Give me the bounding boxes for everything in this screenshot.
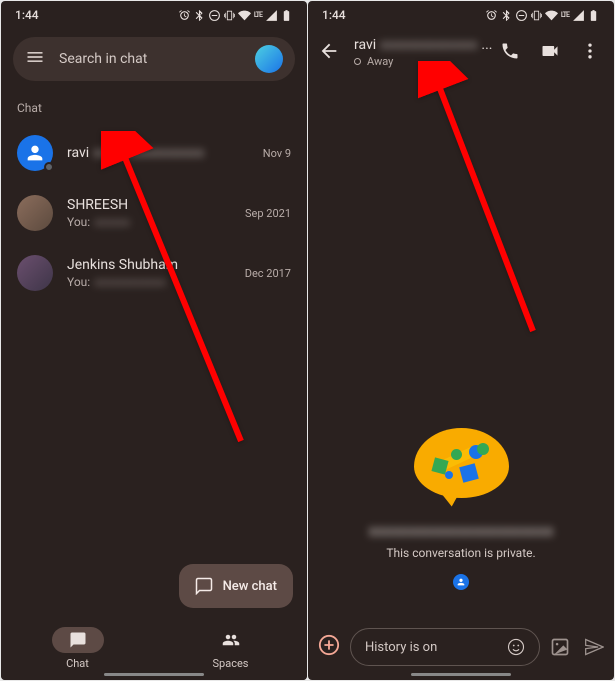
conversation-title[interactable]: ravixxxxxxxxxxxxxx... Away	[354, 37, 486, 68]
new-chat-fab[interactable]: New chat	[179, 564, 293, 608]
bottom-nav: Chat Spaces	[1, 616, 307, 680]
vibrate-icon	[223, 9, 236, 22]
gallery-icon[interactable]	[550, 637, 570, 657]
nav-chat[interactable]: Chat	[1, 616, 154, 680]
menu-icon[interactable]	[25, 47, 45, 71]
status-bar: 1:44 LTE	[308, 1, 614, 29]
presence-indicator	[44, 162, 54, 172]
send-icon[interactable]	[584, 637, 604, 657]
wifi-icon	[238, 9, 251, 22]
chat-time: Dec 2017	[245, 267, 291, 280]
more-options-button[interactable]	[580, 41, 600, 65]
chat-bubble-icon	[195, 577, 213, 595]
nav-spaces[interactable]: Spaces	[154, 616, 307, 680]
welcome-contact-name: xxxxxxxxxxxxxxxxxxxxxxx	[368, 521, 553, 540]
fab-label: New chat	[223, 579, 277, 594]
avatar	[17, 195, 53, 231]
away-status-icon	[354, 58, 361, 65]
alarm-icon	[178, 9, 191, 22]
chat-time: Nov 9	[263, 147, 291, 160]
clock: 1:44	[15, 8, 39, 22]
welcome-illustration	[414, 428, 509, 503]
status-bar: 1:44 LTE	[1, 1, 307, 29]
back-button[interactable]	[318, 40, 340, 66]
avatar	[17, 255, 53, 291]
welcome-private-message: This conversation is private.	[386, 546, 535, 560]
phone-conversation: 1:44 LTE ravixxxxxxxxxxxxxx... Away	[308, 1, 614, 680]
emoji-icon[interactable]	[507, 638, 525, 656]
avatar	[17, 135, 53, 171]
gesture-handle[interactable]	[411, 673, 511, 676]
account-avatar[interactable]	[255, 45, 283, 73]
dnd-icon	[208, 9, 221, 22]
add-attachment-button[interactable]	[318, 634, 340, 660]
chat-item-2[interactable]: Jenkins Shubham You:xxxxxxxxxxxx Dec 201…	[1, 243, 307, 303]
battery-icon	[280, 9, 293, 22]
compose-bar: History is on	[318, 628, 604, 666]
chat-time: Sep 2021	[245, 207, 291, 220]
status-icons: LTE	[178, 9, 293, 22]
chat-info: ravixxxxxxxxxxxxxxxx	[67, 145, 249, 161]
chat-info: Jenkins Shubham You:xxxxxxxxxxxx	[67, 257, 231, 289]
chat-item-0[interactable]: ravixxxxxxxxxxxxxxxx Nov 9	[1, 123, 307, 183]
signal-icon	[265, 9, 278, 22]
chat-icon	[69, 631, 87, 649]
contact-avatar-small[interactable]	[453, 574, 469, 590]
message-input[interactable]: History is on	[350, 628, 540, 666]
section-label: Chat	[1, 89, 307, 123]
chat-info: SHREESH You:xxxxxx	[67, 197, 231, 229]
spaces-icon	[222, 631, 240, 649]
phone-chat-list: 1:44 LTE Search in chat Chat ravixxxxxxx…	[1, 1, 307, 680]
clock: 1:44	[322, 8, 346, 22]
input-placeholder: History is on	[365, 640, 437, 655]
gesture-handle[interactable]	[104, 673, 204, 676]
bluetooth-icon	[193, 9, 206, 22]
voice-call-button[interactable]	[500, 41, 520, 65]
chat-item-1[interactable]: SHREESH You:xxxxxx Sep 2021	[1, 183, 307, 243]
conversation-header: ravixxxxxxxxxxxxxx... Away	[308, 29, 614, 76]
status-icons: LTE	[485, 9, 600, 22]
conversation-body: xxxxxxxxxxxxxxxxxxxxxxx This conversatio…	[308, 91, 614, 620]
search-placeholder: Search in chat	[59, 51, 241, 67]
video-call-button[interactable]	[540, 41, 560, 65]
search-bar[interactable]: Search in chat	[13, 37, 295, 81]
